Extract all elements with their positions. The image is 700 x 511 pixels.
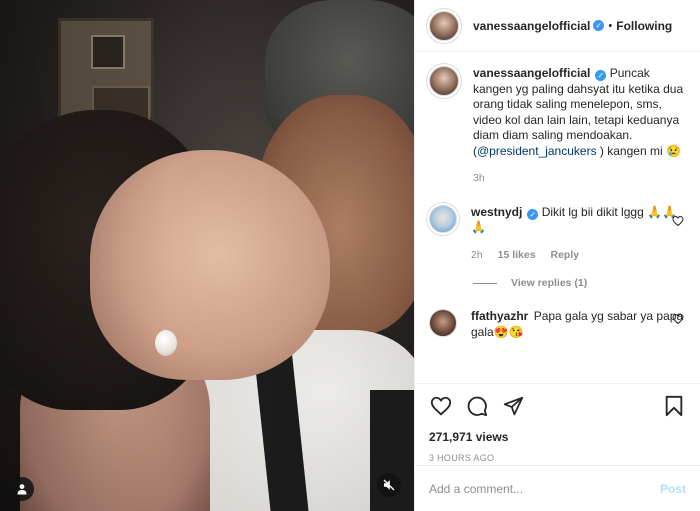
- caption-author-avatar[interactable]: [429, 66, 459, 96]
- caption-meta: 3h: [473, 171, 686, 187]
- replies-divider: [473, 282, 497, 284]
- caption-body: vanessaangelofficial ✓ Puncak kangen yg p…: [473, 66, 686, 187]
- user-tag-button[interactable]: [10, 477, 34, 501]
- speaker-muted-icon: [383, 479, 395, 491]
- view-replies-button[interactable]: View replies (1): [473, 277, 686, 289]
- comment-meta: 2h 15 likes Reply: [471, 248, 686, 264]
- caption-mention-link[interactable]: @president_jancukers: [477, 144, 597, 158]
- comments-list: vanessaangelofficial ✓ Puncak kangen yg p…: [415, 52, 700, 383]
- bookmark-icon: [665, 395, 683, 417]
- comment-composer: Post: [415, 465, 700, 511]
- mute-button[interactable]: [377, 473, 401, 497]
- action-icons: [429, 394, 686, 418]
- post-timestamp[interactable]: 3 HOURS AGO: [429, 453, 686, 463]
- verified-badge-icon: ✓: [527, 208, 539, 220]
- comment-username[interactable]: ffathyazhr: [471, 309, 528, 323]
- caption: vanessaangelofficial ✓ Puncak kangen yg p…: [429, 66, 686, 187]
- post-video[interactable]: [0, 0, 414, 511]
- commenter-avatar[interactable]: [429, 309, 457, 337]
- side-panel: vanessaangelofficial ✓ • Following vanes…: [414, 0, 700, 511]
- share-button[interactable]: [501, 394, 525, 418]
- comment-like-icon[interactable]: [672, 215, 684, 227]
- share-icon: [503, 396, 523, 415]
- comment-input[interactable]: [429, 481, 660, 496]
- reply-button[interactable]: Reply: [550, 249, 579, 261]
- comment-likes[interactable]: 15 likes: [498, 249, 536, 261]
- caption-time: 3h: [473, 172, 485, 184]
- view-replies-label: View replies (1): [511, 277, 588, 289]
- verified-badge-icon: ✓: [593, 20, 605, 31]
- comment-body: ffathyazhr Papa gala yg sabar ya papa ga…: [471, 309, 686, 340]
- header-separator: •: [608, 19, 613, 32]
- caption-tail: ) kangen mi 😢: [596, 143, 681, 158]
- verified-badge-icon: ✓: [595, 70, 607, 81]
- comment-icon: [467, 396, 488, 417]
- author-username[interactable]: vanessaangelofficial: [473, 19, 590, 33]
- like-button[interactable]: [429, 394, 453, 418]
- comment-username[interactable]: westnydj: [471, 205, 522, 219]
- comment-button[interactable]: [465, 394, 489, 418]
- comment-item: ffathyazhr Papa gala yg sabar ya papa ga…: [429, 309, 686, 340]
- post-view: vanessaangelofficial ✓ • Following vanes…: [0, 0, 700, 511]
- save-button[interactable]: [662, 394, 686, 418]
- comment-time: 2h: [471, 248, 483, 261]
- comment-like-icon[interactable]: [672, 313, 684, 325]
- commenter-avatar[interactable]: [429, 204, 457, 233]
- heart-icon: [430, 396, 452, 416]
- post-header: vanessaangelofficial ✓ • Following: [415, 0, 700, 52]
- caption-username[interactable]: vanessaangelofficial: [473, 66, 590, 80]
- post-button[interactable]: Post: [660, 482, 686, 496]
- following-button[interactable]: Following: [616, 19, 672, 33]
- author-avatar[interactable]: [429, 10, 459, 41]
- user-icon: [17, 484, 27, 495]
- video-shade: [0, 0, 414, 511]
- comment-item: westnydj ✓ Dikit lg bii dikit lggg 🙏🙏🙏 2h…: [429, 204, 686, 264]
- comment-body: westnydj ✓ Dikit lg bii dikit lggg 🙏🙏🙏 2h…: [471, 205, 686, 264]
- view-count[interactable]: 271,971 views: [429, 430, 686, 444]
